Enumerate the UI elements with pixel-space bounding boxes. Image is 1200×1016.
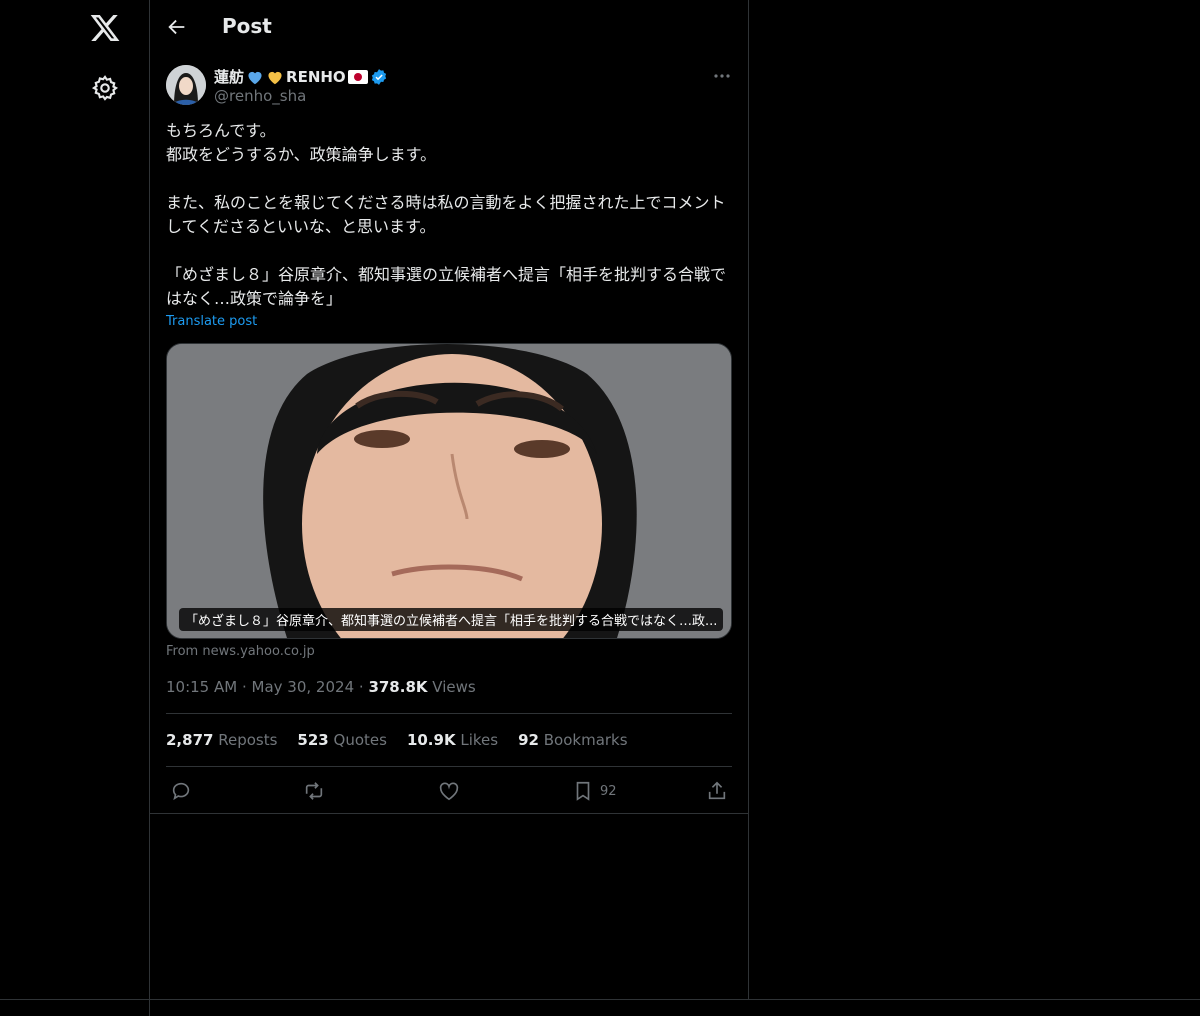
reposts-label: Reposts — [218, 731, 278, 749]
bottom-divider — [0, 999, 1200, 1000]
author-name[interactable]: 蓮舫 RENHO — [214, 66, 388, 87]
views-label: Views — [432, 678, 476, 696]
divider — [150, 813, 748, 814]
link-preview-card[interactable]: 「めざまし８」谷原章介、都知事選の立候補者へ提言「相手を批判する合戦ではなく…政… — [166, 343, 732, 639]
views-count: 378.8K — [368, 678, 428, 696]
divider — [166, 766, 732, 767]
action-bar: 92 — [166, 778, 732, 804]
bookmarks-label: Bookmarks — [543, 731, 628, 749]
back-arrow-icon[interactable] — [166, 16, 188, 38]
meta-separator: · — [358, 678, 369, 696]
tweet-text: もちろんです。 都政をどうするか、政策論争します。 また、私のことを報じてくださ… — [166, 121, 727, 308]
bookmark-count: 92 — [600, 783, 617, 799]
bookmark-button[interactable]: 92 — [572, 778, 617, 804]
reposts-count: 2,877 — [166, 731, 214, 749]
bookmarks-count: 92 — [518, 731, 539, 749]
blue-heart-icon — [246, 69, 264, 85]
post-time[interactable]: 10:15 AM — [166, 678, 237, 696]
translate-post-link[interactable]: Translate post — [166, 314, 257, 329]
yellow-heart-icon — [266, 69, 284, 85]
author-name-suffix: RENHO — [286, 67, 346, 86]
bookmarks-stat[interactable]: 92 Bookmarks — [518, 731, 627, 749]
divider — [166, 713, 732, 714]
like-button[interactable] — [438, 778, 460, 804]
japan-flag-icon — [347, 69, 368, 84]
meta-separator: · — [241, 678, 252, 696]
more-options-icon[interactable] — [710, 64, 734, 88]
quotes-count: 523 — [297, 731, 329, 749]
repost-button[interactable] — [303, 778, 325, 804]
likes-stat[interactable]: 10.9K Likes — [407, 731, 498, 749]
bookmark-icon — [572, 780, 594, 802]
likes-label: Likes — [460, 731, 499, 749]
share-button[interactable] — [706, 778, 728, 804]
reposts-stat[interactable]: 2,877 Reposts — [166, 731, 277, 749]
verified-badge-icon[interactable] — [370, 68, 388, 86]
avatar[interactable] — [166, 65, 206, 105]
page-title: Post — [222, 14, 272, 38]
left-navigation — [0, 0, 150, 1016]
repost-icon — [303, 780, 325, 802]
post-meta: 10:15 AM · May 30, 2024 · 378.8K Views — [166, 678, 476, 696]
main-column: Post 蓮舫 RENHO @renho_sha もちろんです。 都政をどうする… — [150, 0, 749, 1000]
card-caption: 「めざまし８」谷原章介、都知事選の立候補者へ提言「相手を批判する合戦ではなく…政… — [179, 608, 724, 631]
post-date[interactable]: May 30, 2024 — [252, 678, 355, 696]
gear-icon[interactable] — [91, 74, 119, 102]
author-name-text: 蓮舫 — [214, 68, 245, 86]
reply-icon — [170, 780, 192, 802]
card-image — [167, 344, 731, 638]
x-logo-icon[interactable] — [89, 12, 121, 44]
share-icon — [706, 780, 728, 802]
heart-icon — [438, 780, 460, 802]
page-header: Post — [150, 0, 748, 53]
engagement-stats: 2,877 Reposts 523 Quotes 10.9K Likes 92 … — [166, 731, 628, 749]
author-handle[interactable]: @renho_sha — [214, 87, 306, 105]
reply-button[interactable] — [170, 778, 192, 804]
quotes-stat[interactable]: 523 Quotes — [297, 731, 387, 749]
quotes-label: Quotes — [333, 731, 387, 749]
card-source[interactable]: From news.yahoo.co.jp — [166, 644, 315, 659]
likes-count: 10.9K — [406, 731, 456, 749]
